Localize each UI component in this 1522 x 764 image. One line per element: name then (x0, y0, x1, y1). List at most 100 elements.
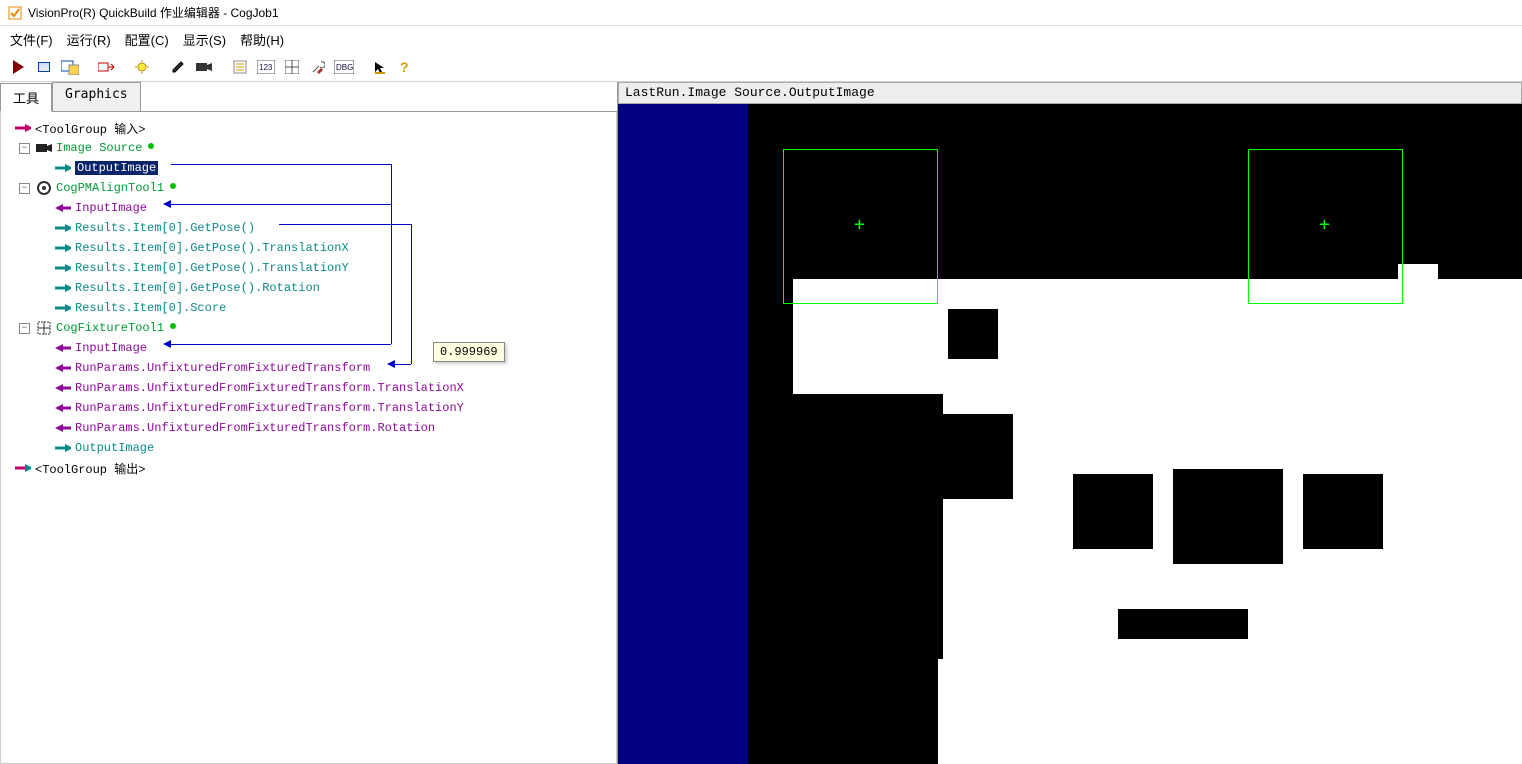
status-dot-icon (170, 323, 176, 329)
menu-file[interactable]: 文件(F) (10, 30, 53, 49)
arrow-left-icon (55, 422, 71, 434)
camera-node-icon (36, 142, 52, 154)
image-margin (618, 104, 748, 764)
arrow-right-icon (55, 162, 71, 174)
image-source-output-row[interactable]: OutputImage (5, 158, 612, 178)
fixture-child-label: OutputImage (75, 441, 154, 455)
arrow-left-icon (55, 202, 71, 214)
collapse-icon[interactable]: − (19, 143, 30, 154)
title-bar: VisionPro(R) QuickBuild 作业编辑器 - CogJob1 (0, 0, 1522, 26)
help-icon[interactable]: ? (394, 55, 418, 79)
fixture-child-row[interactable]: OutputImage (5, 438, 612, 458)
image-source-output-label: OutputImage (75, 161, 158, 175)
menu-config[interactable]: 配置(C) (125, 30, 169, 49)
fixture-child-row[interactable]: RunParams.UnfixturedFromFixturedTransfor… (5, 378, 612, 398)
pmalign-child-row[interactable]: Results.Item[0].Score (5, 298, 612, 318)
image-view-header: LastRun.Image Source.OutputImage (618, 82, 1522, 104)
pmalign-child-label: Results.Item[0].GetPose() (75, 221, 255, 235)
image-source-label: Image Source (56, 141, 142, 155)
watermark: https://blog.csdn.net/weixin_42291376 (1255, 737, 1510, 754)
pmalign-row[interactable]: − CogPMAlignTool1 (5, 178, 612, 198)
pmalign-child-label: Results.Item[0].GetPose().TranslationX (75, 241, 349, 255)
arrow-right-icon (55, 302, 71, 314)
pmalign-child-row[interactable]: Results.Item[0].GetPose() (5, 218, 612, 238)
arrow-left-icon (55, 402, 71, 414)
menu-help[interactable]: 帮助(H) (240, 30, 284, 49)
edit-icon[interactable] (166, 55, 190, 79)
score-tooltip: 0.999969 (433, 342, 505, 362)
tools-icon[interactable] (306, 55, 330, 79)
fixture-child-label: RunParams.UnfixturedFromFixturedTransfor… (75, 361, 370, 375)
left-panel: 工具 Graphics <ToolGroup 输入> − Image Sourc… (0, 82, 618, 764)
fixture-node-icon (36, 322, 52, 334)
target-node-icon (36, 182, 52, 194)
image-source-row[interactable]: − Image Source (5, 138, 612, 158)
right-panel: LastRun.Image Source.OutputImage + + htt… (618, 82, 1522, 764)
pmalign-child-row[interactable]: InputImage (5, 198, 612, 218)
menu-bar: 文件(F) 运行(R) 配置(C) 显示(S) 帮助(H) (0, 26, 1522, 52)
arrow-left-icon (55, 342, 71, 354)
arrow-out-icon (15, 462, 31, 474)
roi-1-center-icon: + (854, 214, 865, 235)
tool-tree[interactable]: <ToolGroup 输入> − Image Source OutputImag… (0, 112, 617, 764)
roi-2-center-icon: + (1319, 214, 1330, 235)
arrow-in-icon (15, 122, 31, 134)
arrow-left-icon (55, 382, 71, 394)
toolgroup-input-label: <ToolGroup 输入> (35, 120, 145, 137)
svg-text:123: 123 (259, 63, 273, 72)
status-dot-icon (148, 143, 154, 149)
light-icon[interactable] (130, 55, 154, 79)
status-dot-icon (170, 183, 176, 189)
sheet-icon[interactable] (228, 55, 252, 79)
left-tabs: 工具 Graphics (0, 82, 617, 112)
window-button[interactable] (32, 55, 56, 79)
collapse-icon[interactable]: − (19, 323, 30, 334)
arrow-right-icon (55, 442, 71, 454)
arrow-right-icon (55, 242, 71, 254)
camera-icon[interactable] (192, 55, 216, 79)
toolgroup-input-row[interactable]: <ToolGroup 输入> (5, 118, 612, 138)
run-button[interactable] (6, 55, 30, 79)
fixture-child-label: InputImage (75, 341, 147, 355)
white-spot (1398, 264, 1438, 304)
pmalign-child-label: InputImage (75, 201, 147, 215)
save-window-button[interactable] (58, 55, 82, 79)
fixture-child-row[interactable]: RunParams.UnfixturedFromFixturedTransfor… (5, 398, 612, 418)
svg-text:DBG: DBG (336, 63, 353, 72)
fixture-child-label: RunParams.UnfixturedFromFixturedTransfor… (75, 401, 464, 415)
fixture-child-label: RunParams.UnfixturedFromFixturedTransfor… (75, 421, 435, 435)
arrow-right-icon (55, 222, 71, 234)
input-icon[interactable] (94, 55, 118, 79)
collapse-icon[interactable]: − (19, 183, 30, 194)
pmalign-child-label: Results.Item[0].GetPose().Rotation (75, 281, 320, 295)
toolbar: 123 DBG ? (0, 52, 1522, 82)
pmalign-child-label: Results.Item[0].Score (75, 301, 226, 315)
menu-display[interactable]: 显示(S) (183, 30, 226, 49)
arrow-right-icon (55, 262, 71, 274)
fixture-label: CogFixtureTool1 (56, 321, 164, 335)
menu-run[interactable]: 运行(R) (67, 30, 111, 49)
grid-icon[interactable] (280, 55, 304, 79)
tab-graphics[interactable]: Graphics (52, 82, 141, 111)
pmalign-child-row[interactable]: Results.Item[0].GetPose().TranslationY (5, 258, 612, 278)
pmalign-label: CogPMAlignTool1 (56, 181, 164, 195)
dbg-icon[interactable]: DBG (332, 55, 356, 79)
pmalign-child-row[interactable]: Results.Item[0].GetPose().TranslationX (5, 238, 612, 258)
cursor-icon[interactable] (368, 55, 392, 79)
toolgroup-output-label: <ToolGroup 输出> (35, 460, 145, 477)
toolgroup-output-row[interactable]: <ToolGroup 输出> (5, 458, 612, 478)
arrow-right-icon (55, 282, 71, 294)
pmalign-child-row[interactable]: Results.Item[0].GetPose().Rotation (5, 278, 612, 298)
arrow-left-icon (55, 362, 71, 374)
image-view[interactable]: + + https://blog.csdn.net/weixin_4229137… (618, 104, 1522, 764)
fixture-child-label: RunParams.UnfixturedFromFixturedTransfor… (75, 381, 464, 395)
window-title: VisionPro(R) QuickBuild 作业编辑器 - CogJob1 (28, 4, 279, 21)
tab-tools[interactable]: 工具 (0, 83, 52, 112)
fixture-child-row[interactable]: InputImage (5, 338, 612, 358)
fixture-row[interactable]: − CogFixtureTool1 (5, 318, 612, 338)
grid-123-icon[interactable]: 123 (254, 55, 278, 79)
app-icon (8, 6, 22, 20)
fixture-child-row[interactable]: RunParams.UnfixturedFromFixturedTransfor… (5, 418, 612, 438)
fixture-child-row[interactable]: RunParams.UnfixturedFromFixturedTransfor… (5, 358, 612, 378)
svg-text:?: ? (400, 60, 409, 74)
